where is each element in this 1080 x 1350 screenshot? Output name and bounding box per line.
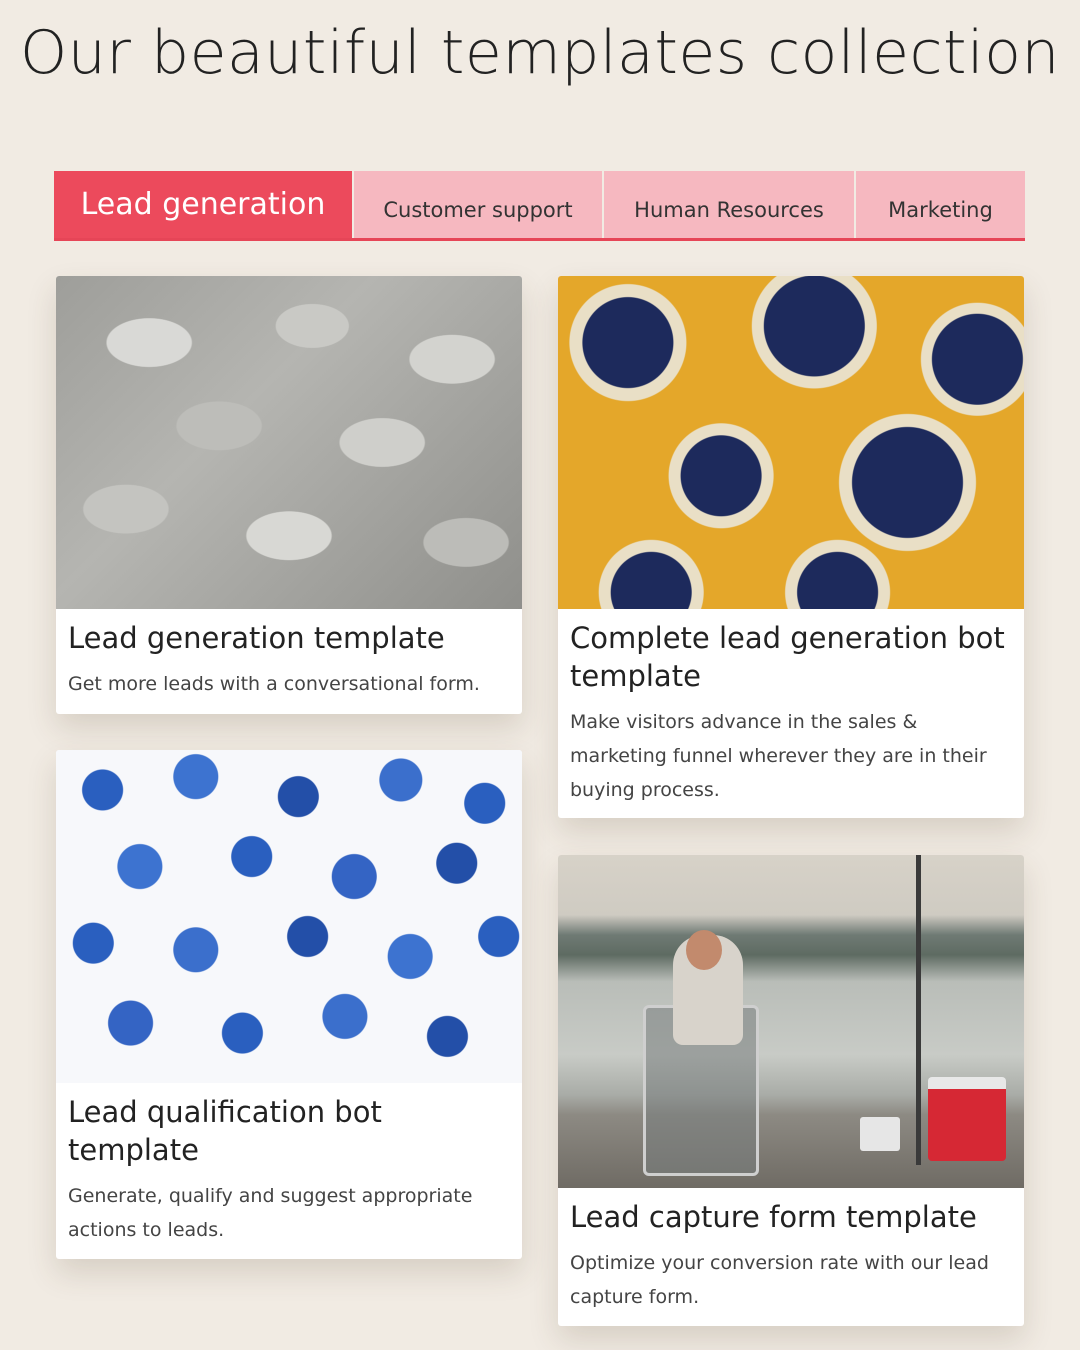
- tab-customer-support[interactable]: Customer support: [352, 171, 602, 238]
- bucket: [860, 1117, 900, 1151]
- tab-human-resources[interactable]: Human Resources: [602, 171, 854, 238]
- page-title: Our beautiful templates collection: [20, 18, 1060, 88]
- card-title: Lead qualification bot template: [68, 1095, 382, 1167]
- template-card-lead-qualification-bot[interactable]: Lead qualification bot template Generate…: [56, 750, 522, 1259]
- card-title: Complete lead generation bot template: [570, 621, 1005, 693]
- lemon-pattern-image: [558, 276, 1024, 609]
- card-description: Make visitors advance in the sales & mar…: [570, 711, 987, 801]
- tab-lead-generation[interactable]: Lead generation: [54, 171, 352, 238]
- category-tabs: Lead generation Customer support Human R…: [54, 171, 1025, 241]
- card-description: Get more leads with a conversational for…: [68, 673, 480, 695]
- card-title: Lead generation template: [68, 621, 445, 655]
- fishing-rod: [916, 855, 921, 1165]
- fishing-photo: [558, 855, 1024, 1188]
- template-card-lead-generation[interactable]: Lead generation template Get more leads …: [56, 276, 522, 714]
- person-head: [686, 930, 722, 970]
- template-card-complete-lead-generation-bot[interactable]: Complete lead generation bot template Ma…: [558, 276, 1024, 818]
- card-description: Generate, qualify and suggest appropriat…: [68, 1185, 473, 1241]
- card-description: Optimize your conversion rate with our l…: [570, 1252, 989, 1308]
- tab-marketing[interactable]: Marketing: [854, 171, 1025, 238]
- fish-photo: [56, 276, 522, 609]
- cooler: [928, 1077, 1006, 1161]
- blueberry-pattern-image: [56, 750, 522, 1083]
- template-card-lead-capture-form[interactable]: Lead capture form template Optimize your…: [558, 855, 1024, 1326]
- card-title: Lead capture form template: [570, 1200, 977, 1234]
